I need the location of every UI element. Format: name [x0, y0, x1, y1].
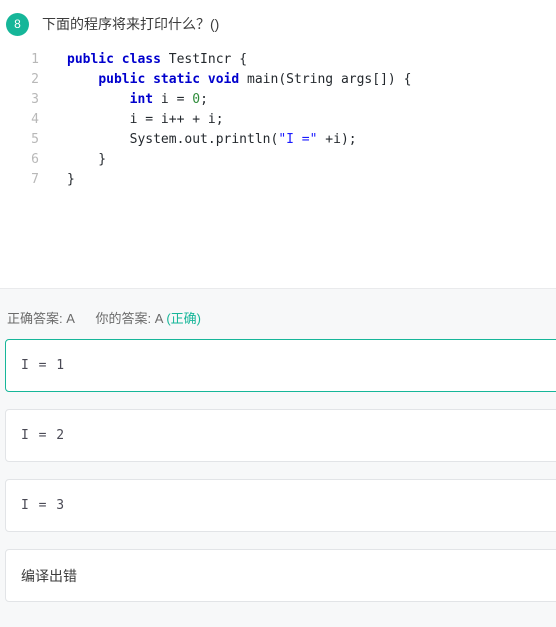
your-answer-value: A [154, 311, 163, 326]
code-line: public class TestIncr { [67, 50, 556, 70]
options-list: I = 1 I = 2 I = 3 编译出错 [0, 339, 556, 602]
code-token-kw: public static void [98, 72, 240, 87]
code-token-pln [67, 72, 98, 87]
code-token-pln: i = [153, 92, 193, 107]
question-number-badge: 8 [6, 12, 29, 36]
code-line: i = i++ + i; [67, 110, 556, 130]
code-line-number: 1 [31, 52, 39, 67]
code-token-pln: TestIncr { [160, 52, 248, 67]
code-token-pln: main(String args[]) { [239, 72, 412, 87]
answer-section: 正确答案: A 你的答案: A (正确) I = 1 I = 2 I = 3 编译出错 [0, 288, 556, 627]
code-token-num: 0 [192, 92, 201, 107]
code-line-number: 3 [31, 92, 39, 107]
question-section: 8 下面的程序将来打印什么？() 1 2 3 4 5 6 7 public class Te… [0, 0, 556, 190]
answer-option[interactable]: I = 2 [5, 409, 556, 462]
code-line: } [67, 170, 556, 190]
code-content: public class TestIncr { public static vo… [51, 50, 556, 190]
answer-option-label: I = 2 [21, 428, 66, 443]
code-line-number: 5 [31, 132, 39, 147]
code-token-pln: System.out.println( [67, 132, 279, 147]
code-token-pln: ; [200, 92, 208, 107]
correct-answer-label: 正确答案: [7, 311, 63, 326]
code-token-pln: +i); [317, 132, 357, 147]
code-line: System.out.println("I =" +i); [67, 130, 556, 150]
code-line-number: 2 [31, 72, 39, 87]
code-token-kw: public class [67, 52, 161, 67]
code-line-number: 4 [31, 112, 39, 127]
code-token-pln: } [67, 152, 107, 167]
code-token-kw: int [129, 92, 154, 107]
status-badge: (正确) [166, 311, 201, 326]
correct-answer-value: A [66, 311, 75, 326]
question-header: 8 下面的程序将来打印什么？() [0, 0, 556, 39]
code-token-pln: i = i++ + i; [67, 112, 224, 127]
code-line: int i = 0; [67, 90, 556, 110]
code-line: public static void main(String args[]) { [67, 70, 556, 90]
answer-option-label: I = 1 [21, 358, 66, 373]
code-token-pln: } [67, 172, 75, 187]
code-token-str: "I =" [278, 132, 318, 147]
code-token-pln [67, 92, 130, 107]
code-line-numbers: 1 2 3 4 5 6 7 [0, 50, 48, 190]
answer-option-label: 编译出错 [21, 567, 77, 584]
answer-option[interactable]: 编译出错 [5, 549, 556, 602]
code-line-number: 6 [31, 152, 39, 167]
answer-option-label: I = 3 [21, 498, 66, 513]
answer-option[interactable]: I = 1 [5, 339, 556, 392]
page-title: 下面的程序将来打印什么？() [42, 15, 220, 32]
answer-option[interactable]: I = 3 [5, 479, 556, 532]
code-line-number: 7 [31, 172, 39, 187]
your-answer-label: 你的答案: [95, 311, 152, 326]
answer-summary: 正确答案: A 你的答案: A (正确) [0, 289, 556, 327]
code-line: } [67, 150, 556, 170]
code-row: 1 2 3 4 5 6 7 public class TestIncr { public s… [0, 50, 556, 190]
code-block: 1 2 3 4 5 6 7 public class TestIncr { public s… [0, 50, 556, 190]
